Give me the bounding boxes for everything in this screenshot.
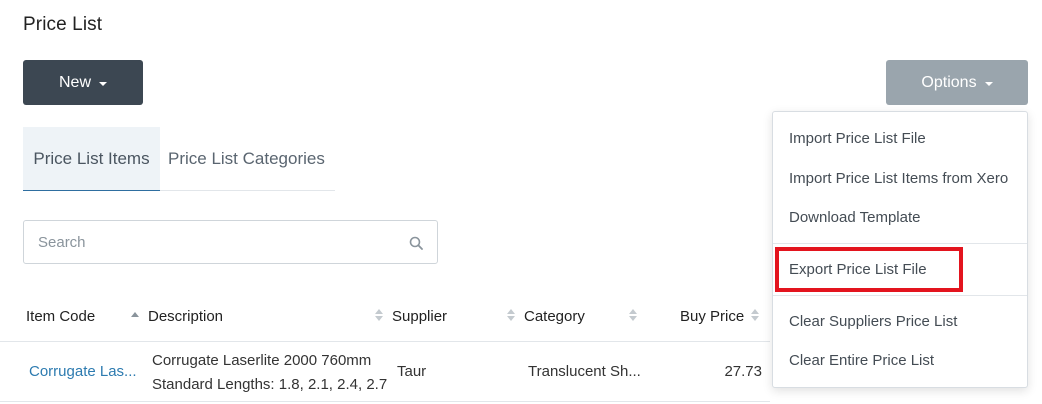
tab-price-list-items[interactable]: Price List Items	[23, 127, 160, 191]
options-button-label: Options	[921, 73, 977, 91]
column-header-description[interactable]: Description	[148, 290, 223, 342]
search-icon[interactable]	[409, 236, 423, 250]
menu-item-clear-suppliers-price-list[interactable]: Clear Suppliers Price List	[773, 303, 1027, 339]
table-header: Item Code Description Supplier Category …	[0, 290, 770, 342]
search-box	[23, 220, 438, 264]
column-header-category[interactable]: Category	[524, 290, 585, 342]
new-button-label: New	[58, 73, 91, 91]
menu-divider	[773, 295, 1027, 296]
options-dropdown-menu: Import Price List File Import Price List…	[772, 111, 1028, 388]
buy-price-cell: 27.73	[724, 363, 762, 380]
description-line-2: Standard Lengths: 1.8, 2.1, 2.4, 2.7,	[152, 376, 388, 393]
menu-item-download-template[interactable]: Download Template	[773, 199, 1027, 235]
menu-item-export-price-list-file[interactable]: Export Price List File	[773, 251, 1027, 287]
column-header-item-code[interactable]: Item Code	[26, 290, 95, 342]
table-row[interactable]: Corrugate Las... Corrugate Laserlite 200…	[0, 342, 770, 402]
sort-icon[interactable]	[506, 307, 516, 323]
caret-down-icon	[99, 81, 107, 86]
menu-item-import-price-list-file[interactable]: Import Price List File	[773, 120, 1027, 156]
sort-icon[interactable]	[374, 307, 384, 323]
sort-icon[interactable]	[750, 307, 760, 323]
caret-down-icon	[984, 81, 993, 86]
sort-ascending-icon[interactable]	[130, 307, 140, 323]
menu-divider	[773, 243, 1027, 244]
options-button[interactable]: Options	[886, 60, 1028, 105]
category-cell: Translucent Sh...	[528, 363, 641, 380]
supplier-cell: Taur	[397, 363, 427, 380]
description-line-1: Corrugate Laserlite 2000 760mm	[152, 352, 372, 369]
tab-bar: Price List Items Price List Categories	[23, 127, 335, 191]
page-title: Price List	[23, 14, 103, 35]
search-input[interactable]	[24, 221, 437, 263]
menu-item-import-from-xero[interactable]: Import Price List Items from Xero	[773, 160, 1027, 196]
tab-price-list-categories[interactable]: Price List Categories	[168, 127, 325, 191]
new-button[interactable]: New	[23, 60, 143, 105]
item-code-link[interactable]: Corrugate Las...	[29, 363, 137, 380]
column-header-supplier[interactable]: Supplier	[392, 290, 447, 342]
column-header-buy-price[interactable]: Buy Price	[680, 290, 744, 342]
menu-item-clear-entire-price-list[interactable]: Clear Entire Price List	[773, 342, 1027, 378]
sort-icon[interactable]	[628, 307, 638, 323]
